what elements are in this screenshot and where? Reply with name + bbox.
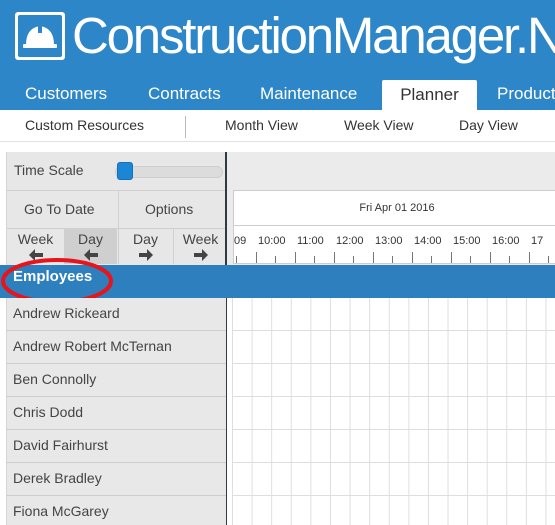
time-scale-label: Time Scale [14, 162, 84, 178]
timeline-header: Fri Apr 01 2016 09 10:00 11:00 12:00 13:… [227, 152, 555, 265]
resource-row[interactable]: Fiona McGarey [6, 496, 226, 525]
resource-row[interactable]: Ben Connolly [6, 364, 226, 397]
hour-label: 16:00 [492, 235, 520, 247]
employee-name: Andrew Rickeard [13, 305, 120, 321]
previous-day-label: Day [78, 231, 103, 247]
tab-customers[interactable]: Customers [25, 77, 107, 110]
tick [256, 252, 257, 263]
divider [118, 190, 119, 229]
app-title: ConstructionManager.NET [72, 7, 555, 64]
resource-row[interactable]: Andrew Robert McTernan [6, 331, 226, 364]
resource-row[interactable]: Andrew Rickeard [6, 298, 226, 331]
schedule-grid[interactable] [232, 298, 555, 525]
tick [470, 256, 471, 263]
tick [451, 252, 452, 263]
hour-scale: 09 10:00 11:00 12:00 13:00 14:00 15:00 1… [233, 226, 555, 264]
app-header: ConstructionManager.NET [0, 0, 555, 77]
tick [431, 256, 432, 263]
tick [529, 252, 530, 263]
employee-name: Chris Dodd [13, 404, 84, 420]
subnav-custom-resources[interactable]: Custom Resources [25, 110, 144, 141]
next-week-label: Week [182, 231, 219, 247]
previous-week-label: Week [17, 231, 54, 247]
tick [314, 256, 315, 263]
next-week-button[interactable]: Week [174, 229, 227, 264]
tick [353, 256, 354, 263]
hour-label: 15:00 [453, 235, 481, 247]
go-to-date-button[interactable]: Go To Date [24, 201, 95, 217]
arrow-right-icon [138, 249, 153, 261]
hour-label: 13:00 [375, 235, 403, 247]
resource-row[interactable]: David Fairhurst [6, 430, 226, 463]
tick [295, 252, 296, 263]
main-nav: Customers Contracts Maintenance Planner … [0, 77, 555, 110]
employee-name: Derek Bradley [13, 470, 102, 486]
employee-name: Fiona McGarey [13, 503, 109, 519]
tick [548, 256, 549, 263]
sub-nav: Custom Resources Month View Week View Da… [0, 110, 555, 142]
tab-planner[interactable]: Planner [382, 80, 477, 110]
resource-row[interactable]: Chris Dodd [6, 397, 226, 430]
subnav-week-view[interactable]: Week View [344, 110, 414, 141]
divider [7, 190, 226, 191]
hour-label: 09 [234, 235, 247, 247]
tick [334, 252, 335, 263]
hour-label: 12:00 [336, 235, 364, 247]
options-button[interactable]: Options [145, 201, 193, 217]
tab-contracts[interactable]: Contracts [148, 77, 221, 110]
tick [373, 252, 374, 263]
tick [490, 252, 491, 263]
hour-label: 14:00 [414, 235, 442, 247]
time-scale-slider-handle[interactable] [117, 162, 133, 180]
tick [275, 256, 276, 263]
resource-row[interactable]: Derek Bradley [6, 463, 226, 496]
subnav-separator [185, 116, 186, 138]
subnav-day-view[interactable]: Day View [459, 110, 518, 141]
arrow-right-icon [193, 249, 208, 261]
hour-label: 11:00 [297, 235, 324, 247]
date-header: Fri Apr 01 2016 [233, 190, 555, 226]
hard-hat-icon [15, 12, 65, 60]
next-day-button[interactable]: Day [119, 229, 172, 264]
employee-name: Andrew Robert McTernan [13, 338, 172, 354]
hour-label: 10:00 [258, 235, 286, 247]
subnav-month-view[interactable]: Month View [225, 110, 298, 141]
tab-maintenance[interactable]: Maintenance [260, 77, 357, 110]
tick [509, 256, 510, 263]
tick [236, 256, 237, 263]
next-day-label: Day [133, 231, 158, 247]
current-date: Fri Apr 01 2016 [359, 202, 435, 214]
employee-name: Ben Connolly [13, 371, 97, 387]
employee-name: David Fairhurst [13, 437, 108, 453]
tick [412, 252, 413, 263]
tab-products[interactable]: Products [497, 77, 555, 110]
hour-label: 17 [531, 235, 544, 247]
tick [392, 256, 393, 263]
